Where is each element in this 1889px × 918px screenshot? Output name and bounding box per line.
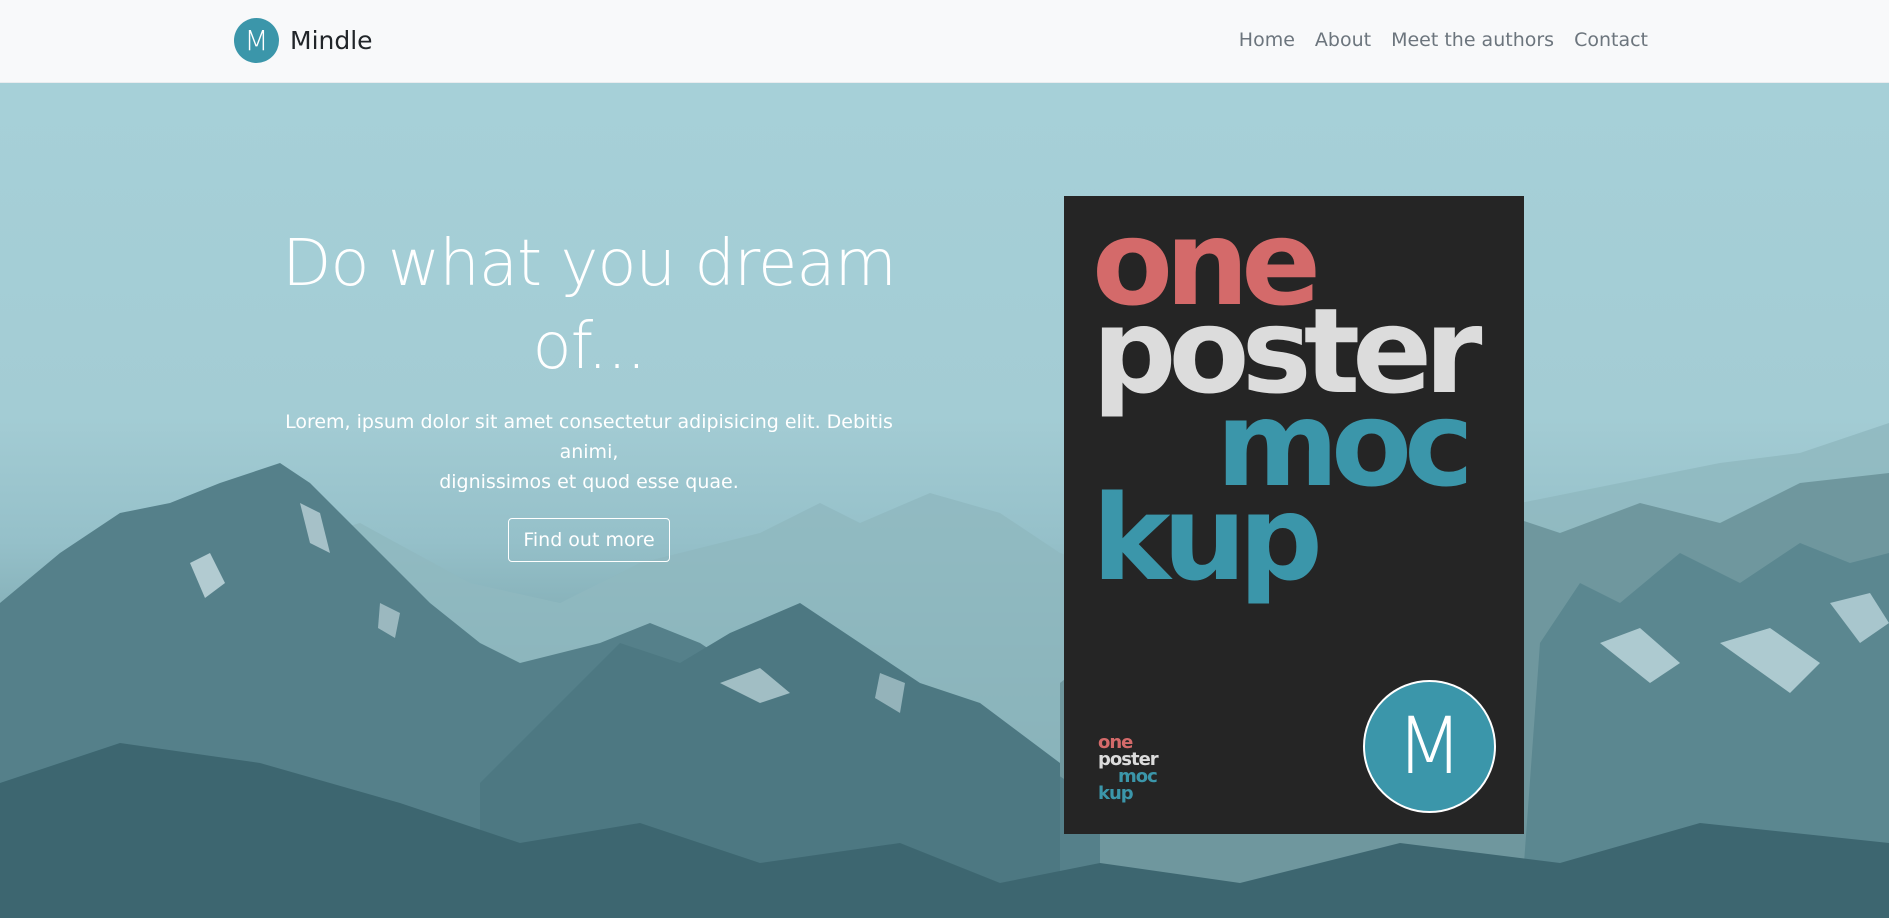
brand-link[interactable]: M Mindle <box>234 18 373 63</box>
hero-title-line-1: Do what you dream <box>282 227 897 301</box>
hero-lead-line-1: Lorem, ipsum dolor sit amet consectetur … <box>285 411 893 463</box>
hero-lead-text: Lorem, ipsum dolor sit amet consectetur … <box>270 407 908 497</box>
hero-title-line-2: of... <box>532 310 646 384</box>
hero-text-block: Do what you dream of... Lorem, ipsum dol… <box>270 223 908 562</box>
hero-title: Do what you dream of... <box>270 223 908 389</box>
hero-lead-line-2: dignissimos et quod esse quae. <box>439 471 739 493</box>
poster-word-kup: kup <box>1092 469 1323 607</box>
find-out-more-button[interactable]: Find out more <box>508 518 670 562</box>
poster-badge-icon: M <box>1363 680 1496 813</box>
brand-logo-icon: M <box>234 18 279 63</box>
nav-links: Home About Meet the authors Contact <box>1219 29 1648 51</box>
poster-mini-logo: one poster moc kup <box>1098 734 1159 804</box>
navbar: M Mindle Home About Meet the authors Con… <box>0 0 1889 83</box>
nav-link-home[interactable]: Home <box>1239 29 1295 51</box>
mini-logo-kup: kup <box>1098 783 1134 804</box>
nav-link-contact[interactable]: Contact <box>1574 29 1648 51</box>
poster-mockup-image: one poster moc kup one poster moc kup M <box>1064 196 1524 834</box>
nav-link-about[interactable]: About <box>1315 29 1371 51</box>
nav-link-meet-the-authors[interactable]: Meet the authors <box>1391 29 1554 51</box>
hero-section: Do what you dream of... Lorem, ipsum dol… <box>0 83 1889 918</box>
brand-name: Mindle <box>290 26 373 55</box>
